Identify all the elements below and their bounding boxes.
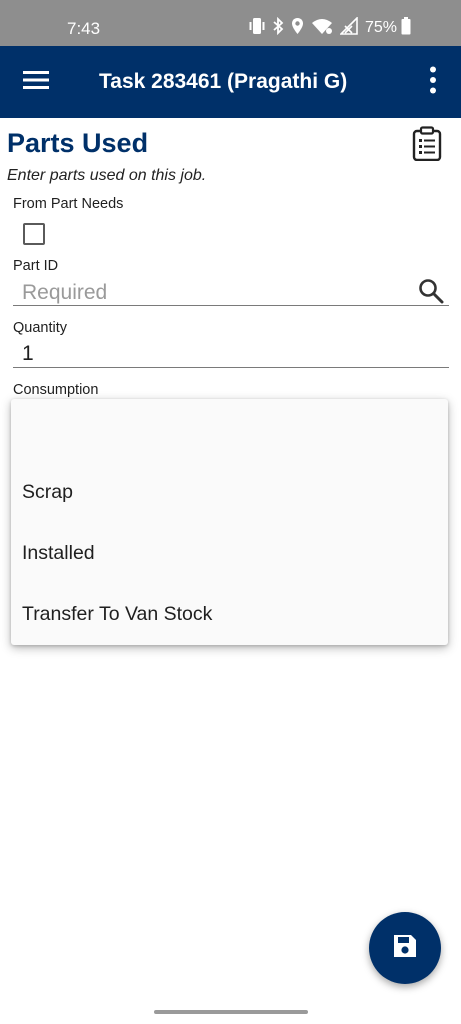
more-options-button[interactable] (418, 62, 448, 102)
dropdown-option-scrap[interactable]: Scrap (11, 462, 448, 522)
status-time: 7:43 (67, 19, 101, 38)
quantity-input[interactable]: 1 (22, 342, 34, 366)
dropdown-option-transfer-to-van-stock[interactable]: Transfer To Van Stock (11, 584, 448, 644)
battery-percentage: 75% (365, 19, 398, 36)
app-bar: Task 283461 (Pragathi G) (0, 46, 461, 118)
part-search-button[interactable] (418, 278, 446, 306)
battery-icon (401, 16, 411, 40)
dropdown-option-installed[interactable]: Installed (11, 523, 448, 583)
location-icon (291, 17, 304, 40)
home-indicator[interactable] (154, 1010, 308, 1014)
quantity-label: Quantity (13, 320, 67, 336)
app-title: Task 283461 (Pragathi G) (99, 70, 348, 93)
wifi-icon (311, 17, 333, 40)
more-vertical-icon (429, 66, 437, 99)
from-part-needs-checkbox[interactable] (23, 223, 45, 245)
consumption-dropdown-menu: Scrap Installed Transfer To Van Stock (11, 399, 448, 645)
parts-list-button[interactable] (412, 126, 446, 162)
quantity-underline (13, 367, 449, 368)
menu-icon (23, 70, 49, 95)
from-part-needs-label: From Part Needs (13, 196, 124, 212)
page-subtitle: Enter parts used on this job. (7, 167, 207, 184)
save-icon (392, 933, 418, 964)
save-button[interactable] (369, 912, 441, 984)
consumption-label: Consumption (13, 382, 99, 398)
part-id-input[interactable] (22, 280, 402, 306)
status-icons: 75% (249, 15, 411, 40)
status-bar: 7:43 75% (0, 0, 461, 46)
page-title: Parts Used (7, 128, 149, 158)
bluetooth-icon (272, 16, 284, 40)
signal-icon (339, 15, 358, 40)
part-id-label: Part ID (13, 258, 59, 274)
part-id-underline (13, 305, 449, 306)
menu-button[interactable] (14, 62, 58, 102)
dropdown-option-empty[interactable] (11, 401, 448, 461)
clipboard-icon (412, 126, 442, 165)
vibrate-icon (249, 17, 265, 40)
